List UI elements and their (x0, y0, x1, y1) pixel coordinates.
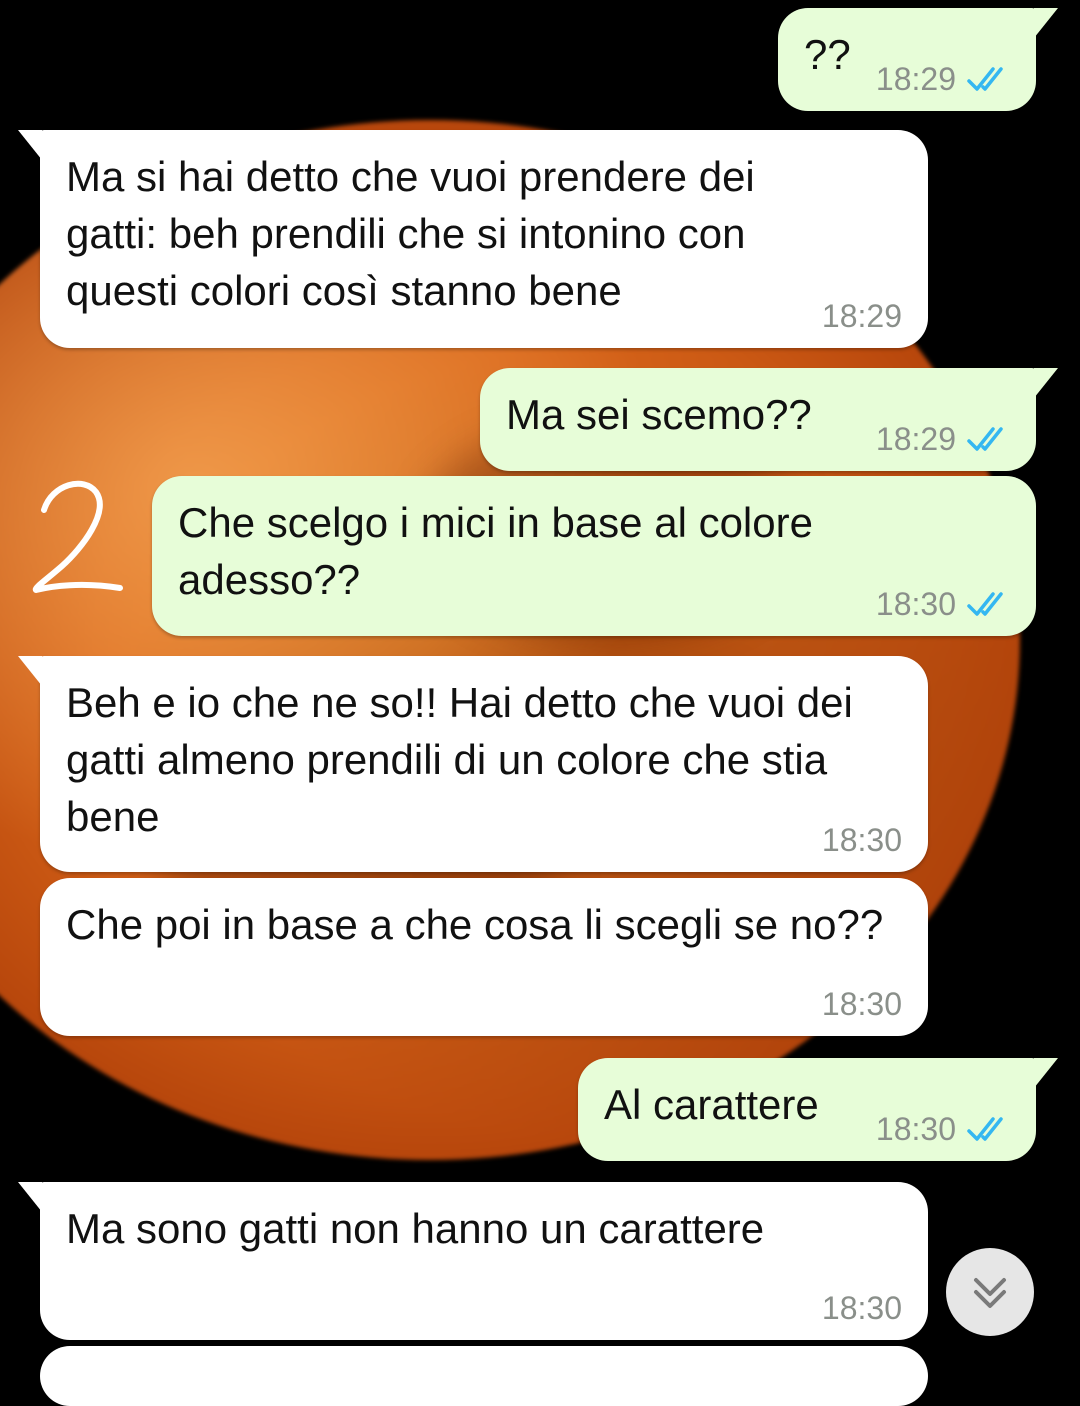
message-time: 18:29 (875, 421, 956, 457)
message-text: Che poi in base a che cosa li scegli se … (66, 901, 884, 948)
message-outgoing[interactable]: Al carattere 18:30 (578, 1058, 1058, 1161)
message-incoming[interactable]: Beh e io che ne so!! Hai detto che vuoi … (18, 656, 928, 872)
message-incoming[interactable] (40, 1346, 928, 1406)
message-incoming[interactable]: Ma sono gatti non hanno un carattere 18:… (18, 1182, 928, 1340)
message-time: 18:30 (821, 986, 902, 1022)
chevron-double-down-icon (974, 1278, 1006, 1308)
message-outgoing[interactable]: ?? 18:29 (778, 8, 1058, 111)
message-time: 18:30 (875, 1111, 956, 1147)
double-check-icon (967, 592, 1003, 616)
scroll-to-bottom-button[interactable] (946, 1248, 1034, 1336)
message-text: Beh e io che ne so!! Hai detto che vuoi … (66, 679, 865, 840)
message-time: 18:29 (821, 298, 902, 334)
message-text: Ma sono gatti non hanno un carattere (66, 1205, 765, 1252)
double-check-icon (967, 1117, 1003, 1141)
message-text: Che scelgo i mici in base al colore ades… (178, 499, 825, 603)
double-check-icon (967, 67, 1003, 91)
message-time: 18:30 (821, 1290, 902, 1326)
message-time: 18:29 (875, 61, 956, 97)
double-check-icon (967, 427, 1003, 451)
message-incoming[interactable]: Ma si hai detto che vuoi prendere dei ga… (18, 130, 928, 348)
message-incoming[interactable]: Che poi in base a che cosa li scegli se … (40, 878, 928, 1036)
message-outgoing[interactable]: Che scelgo i mici in base al colore ades… (152, 476, 1036, 636)
message-time: 18:30 (821, 822, 902, 858)
message-outgoing[interactable]: Ma sei scemo?? 18:29 (480, 368, 1058, 471)
handwritten-annotation: 2 (32, 480, 123, 593)
message-text: Ma si hai detto che vuoi prendere dei ga… (66, 153, 767, 314)
message-time: 18:30 (875, 586, 956, 622)
message-list[interactable]: ?? 18:29 Ma si hai detto che vuoi prende… (0, 0, 1080, 1406)
